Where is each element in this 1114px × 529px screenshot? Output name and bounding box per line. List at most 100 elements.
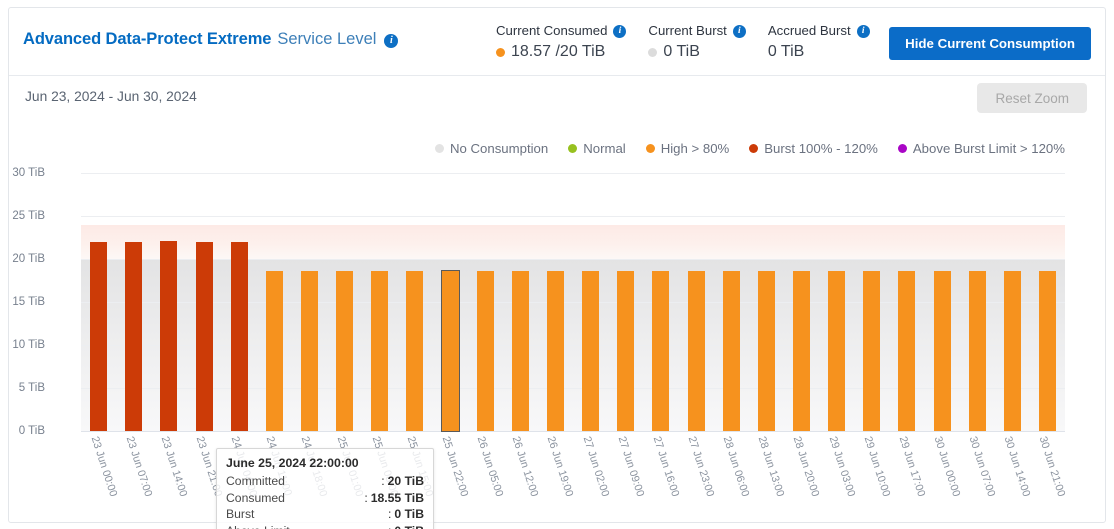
metric-value: 0 TiB xyxy=(768,43,804,61)
plot-area: 0 TiB5 TiB10 TiB15 TiB20 TiB25 TiB30 TiB xyxy=(81,173,1065,431)
tooltip-row-value: 20 TiB xyxy=(388,473,424,490)
chart-bar[interactable] xyxy=(547,271,564,431)
legend-item[interactable]: Above Burst Limit > 120% xyxy=(898,141,1065,156)
date-range-label: Jun 23, 2024 - Jun 30, 2024 xyxy=(25,89,197,104)
x-axis-tick-label: 28 Jun 06:00 xyxy=(721,435,752,498)
chart-subheader: Jun 23, 2024 - Jun 30, 2024 Reset Zoom xyxy=(9,76,1105,122)
chart-bar[interactable] xyxy=(617,271,634,431)
x-axis-tick-label: 29 Jun 03:00 xyxy=(826,435,857,498)
legend-label: Above Burst Limit > 120% xyxy=(913,141,1065,156)
tooltip-row-value: 18.55 TiB xyxy=(371,490,424,507)
chart-bar[interactable] xyxy=(301,271,318,431)
x-axis-tick-label: 30 Jun 00:00 xyxy=(932,435,963,498)
x-axis-tick-label: 23 Jun 00:00 xyxy=(88,435,119,498)
y-axis-tick-label: 15 TiB xyxy=(0,296,45,308)
tooltip-row: Consumed:18.55 TiB xyxy=(226,490,424,507)
tooltip-row-separator: : xyxy=(388,506,391,523)
header-metrics: Current Consumed i 18.57 /20 TiB Current… xyxy=(496,23,892,61)
metric-label-row: Current Burst i xyxy=(648,23,745,38)
y-axis-tick-label: 0 TiB xyxy=(0,425,45,437)
chart-bar[interactable] xyxy=(934,271,951,431)
tooltip-row: Committed:20 TiB xyxy=(226,473,424,490)
chart-bar[interactable] xyxy=(336,271,353,431)
tooltip-row: Burst:0 TiB xyxy=(226,506,424,523)
chart-bar[interactable] xyxy=(231,242,248,431)
chart-bar[interactable] xyxy=(898,271,915,431)
metric-current-burst: Current Burst i 0 TiB xyxy=(648,23,745,61)
chart-bar[interactable] xyxy=(1039,271,1056,431)
chart-bar[interactable] xyxy=(863,271,880,431)
info-icon[interactable]: i xyxy=(733,25,746,38)
legend-color-dot xyxy=(749,144,758,153)
tooltip-rows: Committed:20 TiBConsumed:18.55 TiBBurst:… xyxy=(226,473,424,529)
card-header: Advanced Data-Protect Extreme Service Le… xyxy=(9,8,1105,76)
chart-bar[interactable] xyxy=(969,271,986,431)
x-axis-tick-label: 25 Jun 22:00 xyxy=(440,435,471,498)
x-axis-tick-label: 26 Jun 12:00 xyxy=(510,435,541,498)
chart-bar[interactable] xyxy=(723,271,740,431)
chart-bar[interactable] xyxy=(512,271,529,431)
chart-bar[interactable] xyxy=(688,271,705,431)
chart-bar[interactable] xyxy=(477,271,494,431)
reset-zoom-button[interactable]: Reset Zoom xyxy=(977,83,1087,113)
consumption-chart-page: Advanced Data-Protect Extreme Service Le… xyxy=(0,0,1114,529)
hide-current-consumption-button[interactable]: Hide Current Consumption xyxy=(889,27,1091,60)
x-axis-tick-label: 28 Jun 13:00 xyxy=(756,435,787,498)
chart-bar[interactable] xyxy=(406,271,423,431)
chart-bar[interactable] xyxy=(160,241,177,431)
x-axis-tick-label: 27 Jun 02:00 xyxy=(580,435,611,498)
metric-label-row: Accrued Burst i xyxy=(768,23,870,38)
metric-value-row: 18.57 /20 TiB xyxy=(496,43,626,61)
legend-label: Normal xyxy=(583,141,626,156)
info-icon[interactable]: i xyxy=(857,25,870,38)
chart-bar[interactable] xyxy=(90,242,107,431)
legend-item[interactable]: Burst 100% - 120% xyxy=(749,141,878,156)
chart-bar[interactable] xyxy=(196,242,213,431)
tooltip-row-separator: : xyxy=(388,523,391,529)
chart-bar[interactable] xyxy=(828,271,845,431)
legend-label: Burst 100% - 120% xyxy=(764,141,878,156)
info-icon[interactable]: i xyxy=(613,25,626,38)
service-level-name: Advanced Data-Protect Extreme xyxy=(23,30,271,49)
legend-item[interactable]: No Consumption xyxy=(435,141,548,156)
y-axis-tick-label: 30 TiB xyxy=(0,167,45,179)
chart-bar[interactable] xyxy=(758,271,775,431)
chart-bar[interactable] xyxy=(582,271,599,431)
x-axis-tick-label: 30 Jun 14:00 xyxy=(1002,435,1033,498)
y-axis-tick-label: 20 TiB xyxy=(0,253,45,265)
gridline xyxy=(81,345,1065,346)
chart-bar[interactable] xyxy=(125,242,142,431)
x-axis-tick-label: 27 Jun 23:00 xyxy=(686,435,717,498)
chart-tooltip: June 25, 2024 22:00:00 Committed:20 TiBC… xyxy=(216,448,434,529)
chart-bar[interactable] xyxy=(652,271,669,431)
metric-value: 18.57 /20 TiB xyxy=(511,43,605,61)
page-title: Advanced Data-Protect Extreme Service Le… xyxy=(23,30,398,49)
metric-value: 0 TiB xyxy=(663,43,699,61)
metric-label-row: Current Consumed i xyxy=(496,23,626,38)
gridline xyxy=(81,388,1065,389)
chart-bar[interactable] xyxy=(442,271,459,431)
metric-current-consumed: Current Consumed i 18.57 /20 TiB xyxy=(496,23,626,61)
y-axis-tick-label: 25 TiB xyxy=(0,210,45,222)
metric-label: Current Consumed xyxy=(496,23,607,38)
chart-bar[interactable] xyxy=(1004,271,1021,431)
chart-bar[interactable] xyxy=(793,271,810,431)
legend-item[interactable]: Normal xyxy=(568,141,626,156)
y-axis-tick-label: 10 TiB xyxy=(0,339,45,351)
tooltip-row-separator: : xyxy=(381,473,384,490)
chart-bar[interactable] xyxy=(371,271,388,431)
info-icon[interactable]: i xyxy=(384,34,398,48)
status-dot xyxy=(496,48,505,57)
legend-label: High > 80% xyxy=(661,141,730,156)
x-axis-tick-label: 30 Jun 21:00 xyxy=(1037,435,1068,498)
gridline xyxy=(81,216,1065,217)
chart-legend: No Consumption Normal High > 80% Burst 100%… xyxy=(9,141,1075,156)
tooltip-row: Above Limit:0 TiB xyxy=(226,523,424,529)
chart-bar[interactable] xyxy=(266,271,283,431)
x-axis-tick-label: 23 Jun 14:00 xyxy=(158,435,189,498)
metric-value-row: 0 TiB xyxy=(648,43,745,61)
legend-label: No Consumption xyxy=(450,141,548,156)
metric-accrued-burst: Accrued Burst i 0 TiB xyxy=(768,23,870,61)
legend-item[interactable]: High > 80% xyxy=(646,141,730,156)
tooltip-row-key: Above Limit xyxy=(226,523,388,529)
